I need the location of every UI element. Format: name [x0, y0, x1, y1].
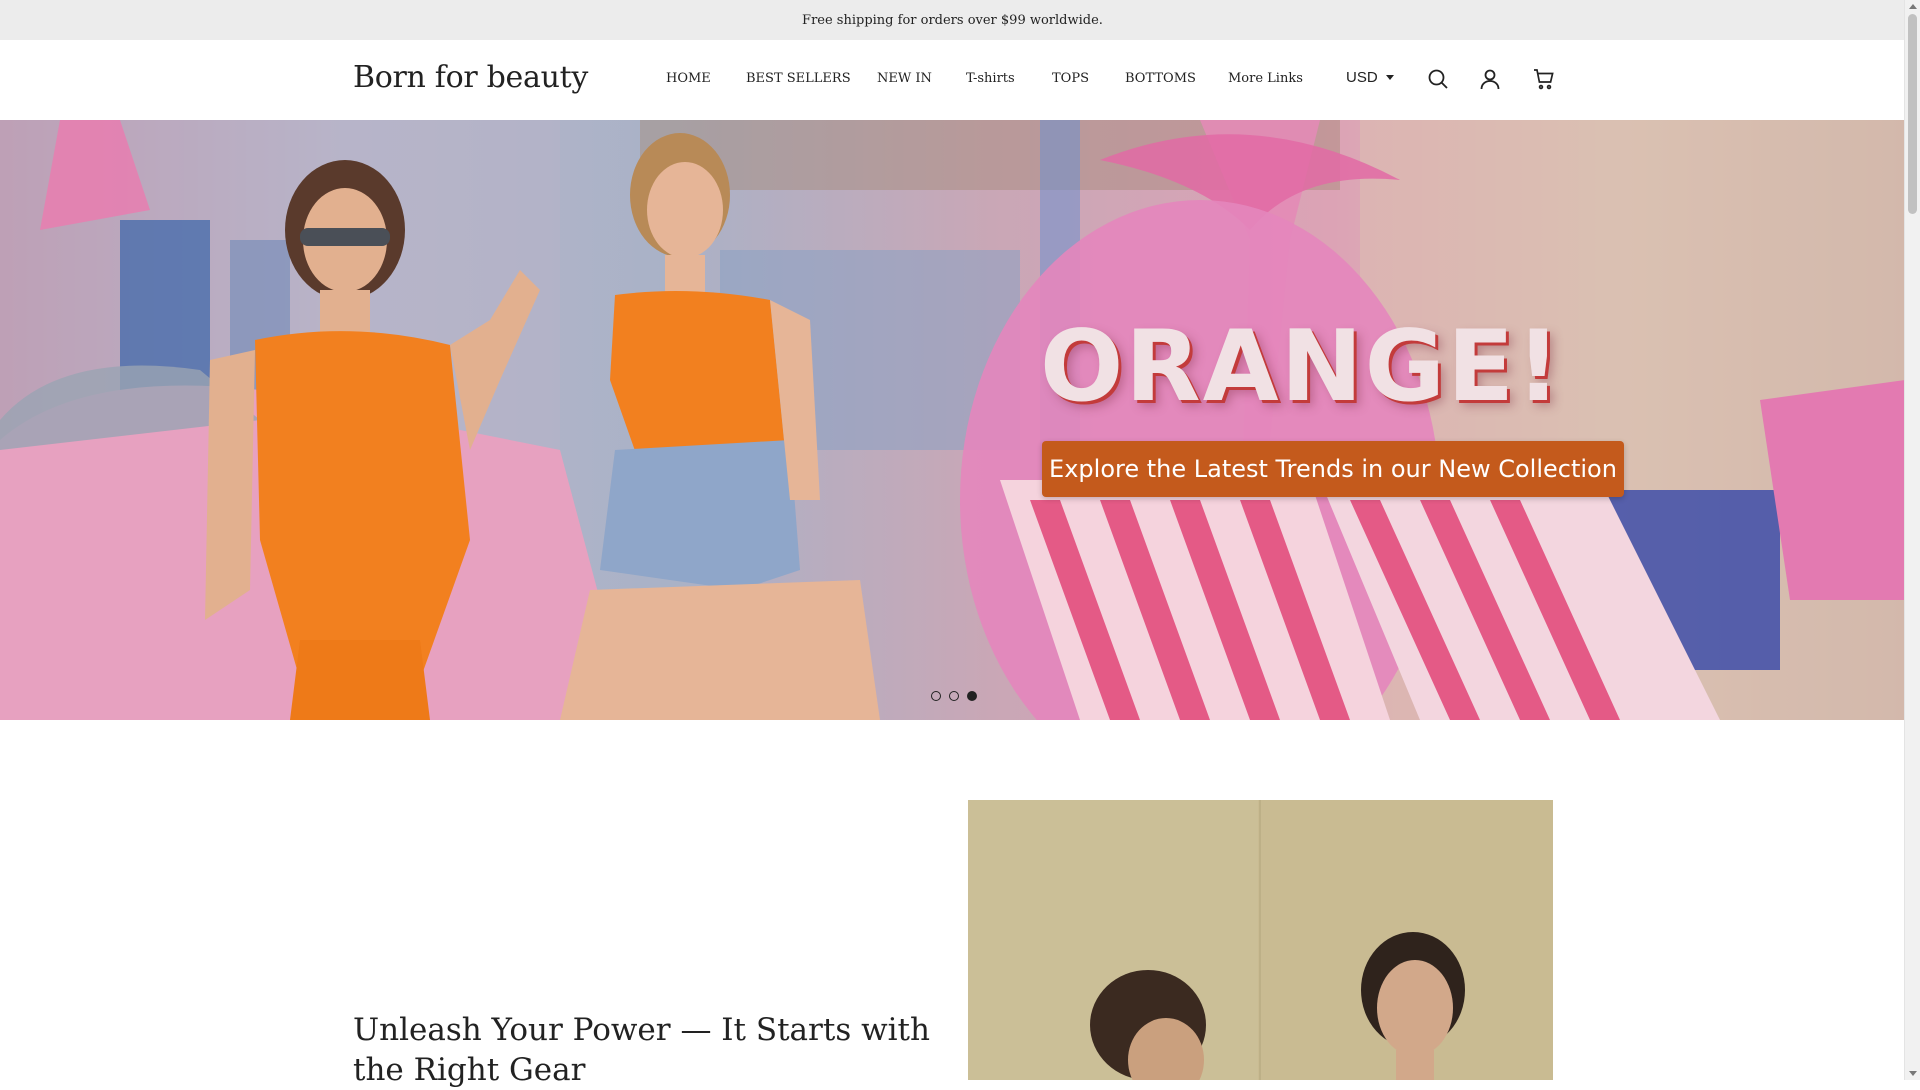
nav-new-in[interactable]: NEW IN	[877, 71, 932, 86]
announcement-bar: Free shipping for orders over $99 worldw…	[0, 0, 1905, 41]
currency-label: USD	[1346, 69, 1378, 86]
nav-tshirts[interactable]: T-shirts	[966, 71, 1015, 86]
carousel-dots	[931, 691, 977, 701]
scroll-down-arrow-icon[interactable]	[1909, 1071, 1917, 1076]
site-header: Born for beauty HOME BEST SELLERS NEW IN…	[0, 40, 1905, 120]
cart-icon[interactable]	[1532, 67, 1556, 91]
currency-selector[interactable]: USD	[1346, 69, 1394, 86]
feature-heading: Unleash Your Power — It Starts with the …	[353, 1012, 930, 1088]
search-icon[interactable]	[1426, 67, 1450, 91]
main-nav: HOME BEST SELLERS NEW IN T-shirts TOPS B…	[0, 40, 1905, 120]
page-scrollbar[interactable]	[1904, 0, 1920, 1080]
scroll-up-arrow-icon[interactable]	[1909, 4, 1917, 9]
hero-headline: ORANGE!	[1040, 310, 1563, 424]
announcement-text: Free shipping for orders over $99 worldw…	[802, 12, 1103, 28]
explore-collection-button[interactable]: Explore the Latest Trends in our New Col…	[1042, 441, 1624, 497]
scroll-thumb[interactable]	[1908, 14, 1917, 214]
hero-image	[0, 120, 1905, 720]
nav-tops[interactable]: TOPS	[1052, 71, 1089, 86]
feature-photo	[968, 800, 1553, 1080]
hero-banner[interactable]: ORANGE! Explore the Latest Trends in our…	[0, 120, 1905, 720]
chevron-down-icon	[1385, 75, 1394, 80]
account-icon[interactable]	[1478, 67, 1502, 91]
nav-bottoms[interactable]: BOTTOMS	[1125, 71, 1196, 86]
feature-image	[968, 800, 1553, 1080]
nav-best-sellers[interactable]: BEST SELLERS	[746, 71, 851, 86]
carousel-dot-3[interactable]	[967, 691, 977, 701]
carousel-dot-2[interactable]	[949, 691, 959, 701]
nav-more-links[interactable]: More Links	[1228, 71, 1303, 86]
nav-home[interactable]: HOME	[666, 71, 711, 86]
carousel-dot-1[interactable]	[931, 691, 941, 701]
